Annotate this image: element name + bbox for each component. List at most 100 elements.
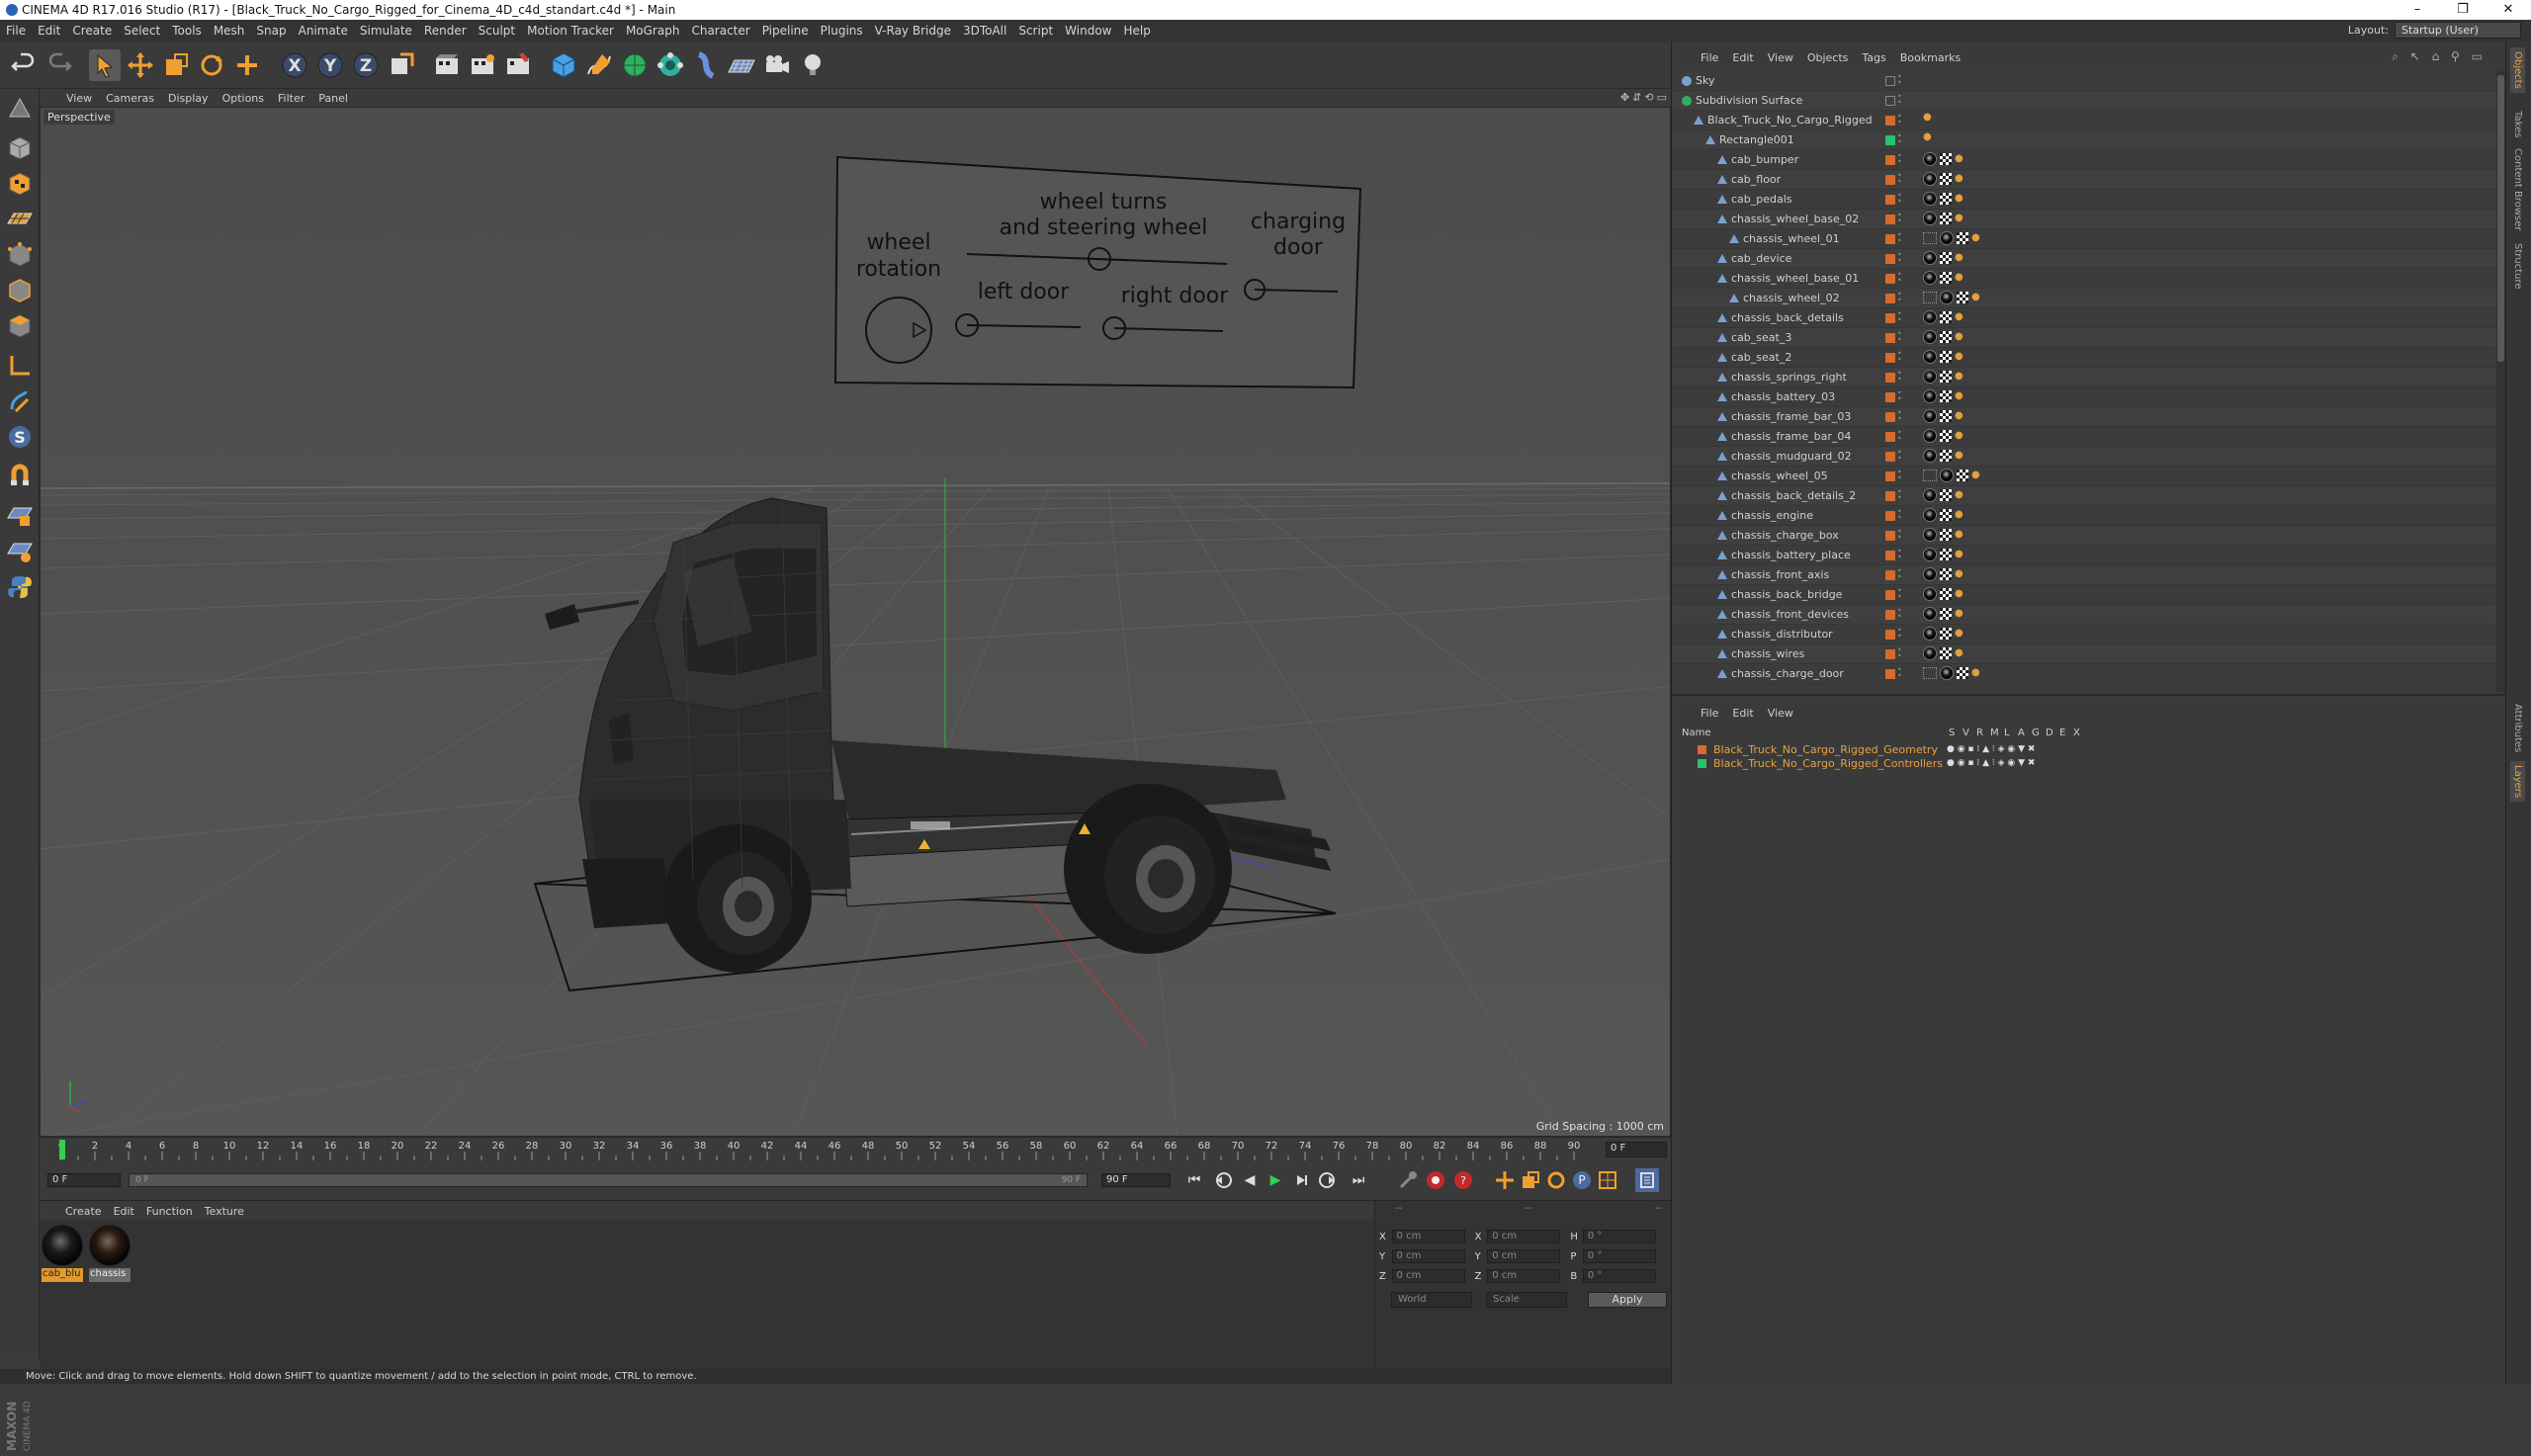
object-name[interactable]: chassis_wheel_base_02 [1731, 213, 1859, 225]
menu-3dtoall[interactable]: 3DToAll [957, 20, 1012, 42]
layer-color-swatch[interactable] [1885, 392, 1895, 402]
floor-icon[interactable] [726, 49, 757, 81]
layer-color-swatch[interactable] [1885, 452, 1895, 462]
close-button[interactable]: ✕ [2486, 0, 2531, 20]
layer-color-swatch[interactable] [1885, 294, 1895, 303]
layer-color-swatch[interactable] [1885, 373, 1895, 383]
minimize-button[interactable]: – [2395, 0, 2440, 20]
phong-tag-icon[interactable]: ● [1955, 510, 1964, 520]
material-menu-create[interactable]: Create [59, 1205, 108, 1218]
current-frame-field[interactable]: 0 F [1606, 1142, 1667, 1157]
scale-key-icon[interactable] [1519, 1168, 1542, 1192]
object-name[interactable]: chassis_mudguard_02 [1731, 450, 1852, 463]
next-key-button[interactable] [1315, 1168, 1339, 1192]
snap-icon[interactable] [4, 461, 36, 492]
material-tag-icon[interactable] [1923, 310, 1937, 324]
menu-simulate[interactable]: Simulate [354, 20, 418, 42]
material-tag-icon[interactable] [1923, 251, 1937, 265]
light-icon[interactable] [797, 49, 829, 81]
visibility-dots[interactable]: • • [1897, 469, 1902, 483]
object-tags[interactable]: ● [1923, 350, 1964, 364]
visibility-dots[interactable]: • • [1897, 488, 1902, 503]
tab-layers[interactable]: Layers [2510, 761, 2525, 803]
layer-color-swatch[interactable] [1885, 234, 1895, 244]
visibility-dots[interactable]: • • [1897, 548, 1902, 562]
object-row[interactable]: chassis_battery_place • • ● [1672, 546, 2497, 565]
menu-mograph[interactable]: MoGraph [620, 20, 686, 42]
viewport-menu-panel[interactable]: Panel [311, 92, 355, 105]
uvw-tag-icon[interactable] [1957, 470, 1968, 481]
menu-snap[interactable]: Snap [250, 20, 292, 42]
go-to-start-button[interactable]: ⏮ [1182, 1168, 1206, 1192]
material-tag-icon[interactable] [1923, 587, 1937, 601]
object-name[interactable]: chassis_springs_right [1731, 371, 1847, 384]
layer-color-swatch[interactable] [1885, 313, 1895, 323]
object-row[interactable]: chassis_front_devices • • ● [1672, 605, 2497, 625]
visibility-dots[interactable]: • • [1897, 449, 1902, 464]
viewport-menu-display[interactable]: Display [161, 92, 216, 105]
edit-render-settings-icon[interactable] [502, 49, 534, 81]
material-tag-icon[interactable] [1940, 231, 1954, 245]
visibility-dots[interactable]: • • [1897, 73, 1902, 88]
uvw-tag-icon[interactable] [1940, 450, 1952, 462]
visibility-dots[interactable]: • • [1897, 409, 1902, 424]
phong-tag-icon[interactable]: ● [1955, 589, 1964, 599]
object-name[interactable]: Sky [1696, 74, 1714, 87]
visibility-dots[interactable]: • • [1897, 607, 1902, 622]
layer-name[interactable]: Black_Truck_No_Cargo_Rigged_Geometry [1713, 743, 1938, 756]
object-tags[interactable]: ● [1923, 251, 1964, 265]
uvw-tag-icon[interactable] [1957, 292, 1968, 303]
phong-tag-icon[interactable]: ● [1955, 352, 1964, 362]
visibility-dots[interactable]: • • [1897, 370, 1902, 385]
object-row[interactable]: cab_pedals • • ● [1672, 190, 2497, 210]
object-name[interactable]: chassis_wheel_02 [1743, 292, 1840, 304]
visibility-dots[interactable]: • • [1897, 172, 1902, 187]
layer-color-swatch[interactable] [1885, 511, 1895, 521]
uvw-tag-icon[interactable] [1957, 667, 1968, 679]
layer-color-swatch[interactable] [1885, 432, 1895, 442]
uvw-tag-icon[interactable] [1940, 390, 1952, 402]
rig-controller-panel[interactable]: wheel rotation wheel turns and steering … [833, 155, 1362, 389]
object-tags[interactable]: ● [1923, 370, 1964, 384]
record-keys-icon[interactable] [1396, 1168, 1420, 1192]
scrollbar-thumb[interactable] [2497, 75, 2504, 362]
menu-file[interactable]: File [0, 20, 32, 42]
layer-color-swatch[interactable] [1885, 274, 1895, 284]
material-tag-icon[interactable] [1923, 528, 1937, 542]
uvw-tag-icon[interactable] [1940, 213, 1952, 224]
tab-attributes[interactable]: Attributes [2510, 700, 2525, 756]
object-tags[interactable]: ● [1923, 113, 1933, 123]
start-frame-field[interactable]: 0 F [47, 1173, 121, 1187]
material-tag-icon[interactable] [1923, 330, 1937, 344]
lock-workplane-icon[interactable] [4, 500, 36, 532]
object-tags[interactable]: ● [1923, 172, 1964, 186]
material-menu-texture[interactable]: Texture [199, 1205, 250, 1218]
layer-name[interactable]: Black_Truck_No_Cargo_Rigged_Controllers [1713, 757, 1943, 770]
object-row[interactable]: cab_floor • • ● [1672, 170, 2497, 190]
toggle-layout-icon[interactable]: ▭ [1657, 91, 1667, 104]
object-tags[interactable]: ● [1923, 409, 1964, 423]
object-row[interactable]: chassis_wires • • ● [1672, 644, 2497, 664]
perspective-viewport[interactable]: wheel rotation wheel turns and steering … [40, 107, 1671, 1137]
constraint-tag-icon[interactable] [1923, 470, 1937, 481]
phong-tag-icon[interactable]: ● [1923, 113, 1933, 123]
object-row[interactable]: chassis_wheel_05 • • ● [1672, 467, 2497, 486]
previous-frame-button[interactable]: ◀ [1238, 1168, 1262, 1192]
phong-tag-icon[interactable]: ● [1955, 550, 1964, 559]
uvw-tag-icon[interactable] [1940, 193, 1952, 205]
object-row[interactable]: chassis_engine • • ● [1672, 506, 2497, 526]
uvw-tag-icon[interactable] [1940, 173, 1952, 185]
move-icon[interactable] [125, 49, 156, 81]
menu-render[interactable]: Render [418, 20, 473, 42]
visibility-dots[interactable]: • • [1897, 508, 1902, 523]
uvw-tag-icon[interactable] [1940, 351, 1952, 363]
material-tag-icon[interactable] [1923, 271, 1937, 285]
restore-button[interactable]: ❐ [2440, 0, 2486, 20]
object-name[interactable]: chassis_wheel_01 [1743, 232, 1840, 245]
uvw-tag-icon[interactable] [1940, 272, 1952, 284]
axis-icon[interactable] [4, 350, 36, 382]
uvw-tag-icon[interactable] [1940, 430, 1952, 442]
material-menu-function[interactable]: Function [140, 1205, 199, 1218]
array-icon[interactable] [655, 49, 686, 81]
layer-color-swatch[interactable] [1885, 135, 1895, 145]
